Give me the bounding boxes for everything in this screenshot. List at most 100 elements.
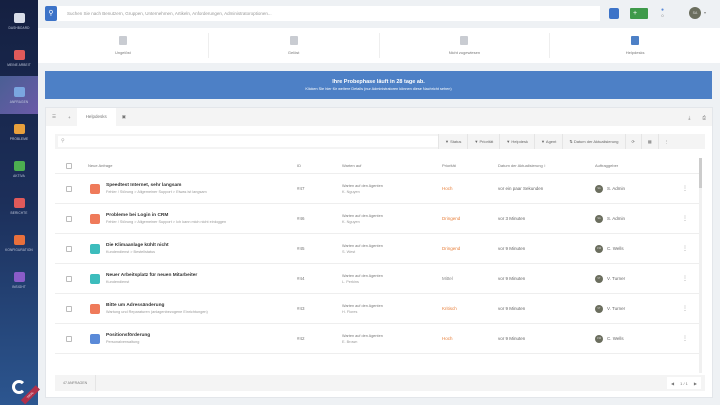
sidebar-icon (13, 197, 25, 208)
sidebar-item-label: BERICHTE (10, 210, 28, 215)
download-icon[interactable]: ⤓ (682, 115, 696, 120)
table-header: Neue Anfrage ID Warten auf Priorität Datum d… (55, 158, 702, 174)
sidebar-icon (13, 12, 25, 23)
updated-date: vor ein paar Sekunden (498, 186, 544, 191)
row-checkbox[interactable] (66, 245, 72, 252)
ticket-title[interactable]: Die Klimaanlage kühlt nicht (106, 242, 169, 249)
updated-date: vor 9 Minuten (498, 336, 526, 341)
nav-label: Ungelöst (114, 50, 131, 55)
column-header[interactable]: Datum der Aktualisierung ↕ (498, 163, 546, 168)
nav-tab-nicht-zugewiesen[interactable]: Nicht zugewiesen (380, 33, 551, 58)
waiting-status: Warten auf den Agenten (342, 303, 383, 308)
refresh-icon[interactable]: ⟳ (624, 134, 641, 149)
ticket-title[interactable]: Speedtest Internet, sehr langsam (106, 182, 207, 189)
table-row[interactable]: Probleme bei Login in CRM Fehler / Störun… (55, 204, 702, 234)
ticket-type-icon (90, 333, 100, 344)
notification-count: 0 (661, 13, 664, 18)
sidebar-item-probleme[interactable]: PROBLEME (0, 113, 38, 151)
sidebar-item-label: KONFIGURATION (5, 247, 33, 252)
ticket-type-icon (90, 303, 100, 314)
row-checkbox[interactable] (66, 215, 72, 222)
scrollbar[interactable] (699, 158, 702, 373)
requester-name: S. Admin (607, 216, 626, 221)
nav-tab-gelöst[interactable]: Gelöst (209, 33, 380, 58)
row-more-icon[interactable]: ⋮ (682, 185, 688, 192)
table-row[interactable]: Neuer Arbeitsplatz für neuen Mitarbeiter… (55, 264, 702, 294)
row-more-icon[interactable]: ⋮ (682, 215, 688, 222)
filter-2-button[interactable]: ▼ Priorität (467, 134, 499, 149)
next-page-button[interactable]: ▶ (694, 381, 697, 386)
print-icon[interactable]: ⎙ (696, 115, 712, 120)
add-button[interactable]: + (630, 8, 648, 19)
table-row[interactable]: Bitte um Adressänderung Wartung und Repar… (55, 294, 702, 324)
filter-1-button[interactable]: ▼ Status (438, 134, 467, 149)
ticket-title[interactable]: Bitte um Adressänderung (106, 302, 208, 309)
nav-tab-ungelöst[interactable]: Ungelöst (38, 33, 209, 58)
nav-tab-helpdesks[interactable]: Helpdesks (550, 33, 720, 58)
ticket-title-cell[interactable]: Positionsförderung Personalverwaltung (106, 332, 150, 346)
sidebar-item-aktiva[interactable]: AKTIVA (0, 150, 38, 188)
filter-label: Helpdesk (511, 139, 529, 144)
row-checkbox[interactable] (66, 275, 72, 282)
user-avatar[interactable]: SA (689, 7, 701, 19)
grid-icon[interactable]: ▦ (640, 134, 658, 149)
more-icon[interactable]: ⋮ (657, 134, 675, 149)
updated-date: vor 3 Minuten (498, 216, 526, 221)
sidebar-item-konfiguration[interactable]: KONFIGURATION (0, 224, 38, 262)
filter-search-input[interactable]: ⚲ (58, 136, 438, 147)
row-more-icon[interactable]: ⋮ (682, 275, 688, 282)
row-more-icon[interactable]: ⋮ (682, 335, 688, 342)
sidebar: DASHBOARD MEINE ARBEIT ANFRAGEN PROBLEME AKT… (0, 0, 40, 405)
menu-icon[interactable]: ☰ (46, 114, 62, 120)
filter-5-button[interactable]: ⇅ Datum der Aktualisierung (562, 134, 624, 149)
ticket-title-cell[interactable]: Neuer Arbeitsplatz für neuen Mitarbeiter… (106, 272, 197, 286)
row-checkbox[interactable] (66, 305, 72, 312)
prev-page-button[interactable]: ◀ (671, 381, 674, 386)
global-search-input[interactable]: Suchen Sie nach Benutzern, Gruppen, Unte… (57, 6, 600, 21)
waiting-status: Warten auf den Agenten (342, 243, 383, 248)
agent-name: E. Brown (342, 339, 358, 344)
select-all-checkbox[interactable] (66, 162, 72, 169)
priority-badge: Hoch (442, 186, 453, 191)
agent-name: H. Flores (342, 309, 358, 314)
ticket-title[interactable]: Positionsförderung (106, 332, 150, 339)
chevron-down-icon[interactable]: ▾ (704, 10, 706, 15)
ticket-title[interactable]: Probleme bei Login in CRM (106, 212, 226, 219)
ticket-title[interactable]: Neuer Arbeitsplatz für neuen Mitarbeiter (106, 272, 197, 279)
row-checkbox[interactable] (66, 335, 72, 342)
column-header: Auftraggeber (595, 163, 619, 168)
ticket-title-cell[interactable]: Probleme bei Login in CRM Fehler / Störun… (106, 212, 226, 226)
waiting-cell: Warten auf den Agenten L. Perkins (342, 273, 383, 285)
table-row[interactable]: Speedtest Internet, sehr langsam Fehler /… (55, 174, 702, 204)
updated-date: vor 9 Minuten (498, 276, 526, 281)
tab-helpdesks[interactable]: Helpdesks (76, 108, 116, 126)
sidebar-item-dashboard[interactable]: DASHBOARD (0, 2, 38, 40)
row-more-icon[interactable]: ⋮ (682, 305, 688, 312)
sidebar-item-label: MEINE ARBEIT (7, 62, 31, 67)
row-checkbox[interactable] (66, 185, 72, 192)
ticket-id: #46 (297, 216, 305, 221)
search-button[interactable]: ⚲ (45, 6, 57, 21)
sidebar-item-meine-arbeit[interactable]: MEINE ARBEIT (0, 39, 38, 77)
ticket-title-cell[interactable]: Bitte um Adressänderung Wartung und Repar… (106, 302, 208, 316)
trial-banner[interactable]: Ihre Probephase läuft in 28 tage ab. Kli… (45, 71, 712, 99)
sidebar-item-insight[interactable]: INSIGHT (0, 261, 38, 299)
sidebar-icon (13, 271, 25, 282)
ticket-category: Wartung und Reparaturen (anlagenbezogene… (106, 309, 208, 314)
sidebar-item-anfragen[interactable]: ANFRAGEN (0, 76, 38, 114)
ticket-title-cell[interactable]: Die Klimaanlage kühlt nicht Kundendienst … (106, 242, 169, 256)
filter-4-button[interactable]: ▼ Agent (534, 134, 562, 149)
table-row[interactable]: Positionsförderung Personalverwaltung #42… (55, 324, 702, 354)
table-row[interactable]: Die Klimaanlage kühlt nicht Kundendienst … (55, 234, 702, 264)
row-more-icon[interactable]: ⋮ (682, 245, 688, 252)
sidebar-item-berichte[interactable]: BERICHTE (0, 187, 38, 225)
filter-3-button[interactable]: ▼ Helpdesk (499, 134, 534, 149)
save-icon[interactable]: ▣ (116, 114, 132, 120)
requester-cell: VT V. Turner (595, 304, 625, 313)
notifications-button[interactable]: ● 0 (661, 7, 664, 18)
info-button[interactable] (609, 8, 619, 19)
ticket-id: #47 (297, 186, 305, 191)
add-tab-icon[interactable]: + (62, 115, 77, 120)
ticket-title-cell[interactable]: Speedtest Internet, sehr langsam Fehler /… (106, 182, 207, 196)
nav-label: Nicht zugewiesen (448, 50, 481, 55)
